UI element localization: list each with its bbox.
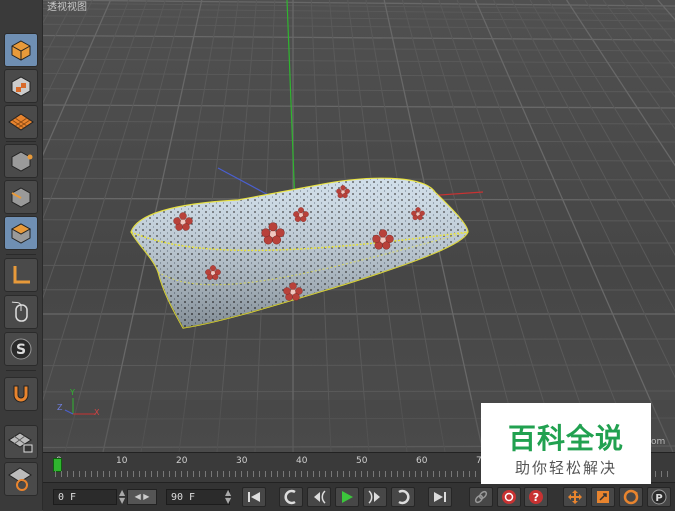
record-link-button[interactable] [469,487,493,507]
record-button[interactable] [497,487,521,507]
key-parameter-button[interactable]: P [647,487,671,507]
mini-axis-z-label: Z [57,403,62,412]
svg-text:P: P [655,493,662,504]
watermark-sub-text: 助你轻松解决 [481,457,651,478]
record-icon [501,489,517,505]
watermark-logo: 百科全说 助你轻松解决 [481,403,651,484]
watermark-main-text: 百科全说 [481,417,651,457]
timeline-tick-label: 30 [236,456,247,466]
snap-s-icon: S [9,337,33,361]
timeline-tick-label: 10 [116,456,127,466]
edges-icon [9,185,33,209]
grid-plane-icon [8,112,34,132]
play-icon [340,490,354,504]
skip-start-icon [247,491,261,503]
timeline-playhead[interactable] [53,458,62,472]
mini-axis-x-label: X [94,408,99,417]
y-axis-line [287,0,295,205]
svg-text:?: ? [533,491,539,504]
next-frame-button[interactable] [363,487,387,507]
key-scale-button[interactable] [591,487,615,507]
end-frame-field[interactable]: 90 F [166,489,230,505]
workplane-sync-button[interactable] [4,462,38,496]
mouse-icon [9,300,33,324]
pillow-mesh[interactable] [131,178,468,328]
go-to-end-button[interactable] [428,487,452,507]
timeline-tick-label: 50 [356,456,367,466]
left-toolbar: S [0,0,43,510]
next-key-icon [395,489,411,505]
mini-axis-y-label: Y [70,388,75,397]
viewport-canvas [43,0,675,452]
grid-sync-icon [8,466,34,492]
checker-cube-icon [9,74,33,98]
model-mode-button[interactable] [4,33,38,67]
next-key-button[interactable] [391,487,415,507]
move-arrows-icon [567,489,583,505]
edges-mode-button[interactable] [4,180,38,214]
end-frame-stepper[interactable]: ▲▼ [225,489,233,505]
link-icon [473,489,489,505]
workplane-mode-button[interactable] [4,105,38,139]
previous-frame-button[interactable] [307,487,331,507]
start-frame-stepper[interactable]: ▲▼ [119,489,127,505]
timeline-tick-label: 40 [296,456,307,466]
range-slider[interactable]: ◀ ▶ [127,489,157,505]
next-frame-icon [367,490,383,504]
previous-key-button[interactable] [279,487,303,507]
cube-icon [9,38,33,62]
workplane-lock-button[interactable] [4,425,38,459]
polygons-mode-button[interactable] [4,216,38,250]
parameter-p-icon: P [651,489,667,505]
perspective-viewport[interactable]: 透视视图 Y Z X [43,0,675,452]
play-button[interactable] [335,487,359,507]
timeline-tick-label: 20 [176,456,187,466]
go-to-start-button[interactable] [242,487,266,507]
key-position-button[interactable] [563,487,587,507]
magnet-button[interactable] [4,377,38,411]
texture-mode-button[interactable] [4,69,38,103]
axis-l-icon [9,263,33,287]
question-icon: ? [528,489,544,505]
auto-key-button[interactable]: ? [524,487,548,507]
viewport-title: 透视视图 [47,0,87,13]
prev-frame-icon [311,490,327,504]
tweak-mode-button[interactable] [4,295,38,329]
magnet-icon [9,382,33,406]
points-mode-button[interactable] [4,144,38,178]
scale-icon [595,489,611,505]
prev-key-icon [283,489,299,505]
timeline-tick-label: 60 [416,456,427,466]
axis-mode-button[interactable] [4,258,38,292]
grid-lock-icon [8,430,34,454]
snap-button[interactable]: S [4,332,38,366]
playback-bar: 0 F ▲▼ ◀ ▶ 90 F ▲▼ ? P [43,482,675,511]
key-rotation-button[interactable] [619,487,643,507]
skip-end-icon [433,491,447,503]
rotate-icon [623,489,639,505]
svg-text:S: S [16,342,26,358]
polygons-icon [9,221,33,245]
points-icon [9,149,33,173]
start-frame-field[interactable]: 0 F [53,489,117,505]
